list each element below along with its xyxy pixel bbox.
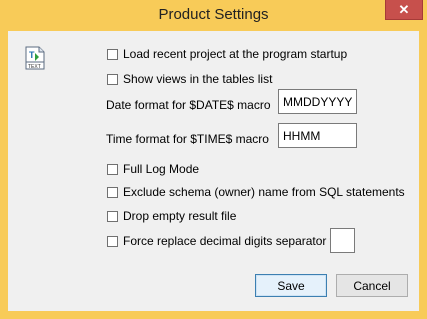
show-views-label: Show views in the tables list [123,72,273,86]
cancel-button[interactable]: Cancel [336,274,408,297]
drop-empty-result-checkbox[interactable] [107,210,118,222]
save-button[interactable]: Save [255,274,327,297]
show-views-option[interactable]: Show views in the tables list [107,72,272,86]
drop-empty-result-label: Drop empty result file [123,209,237,223]
exclude-schema-checkbox[interactable] [107,186,118,198]
load-recent-project-label: Load recent project at the program start… [123,47,348,61]
close-button[interactable]: ✕ [385,0,423,20]
full-log-mode-option[interactable]: Full Log Mode [107,162,199,176]
load-recent-project-checkbox[interactable] [107,48,118,60]
date-format-label: Date format for $DATE$ macro [106,98,271,112]
time-format-label: Time format for $TIME$ macro [106,132,269,146]
close-icon: ✕ [398,1,410,17]
product-settings-dialog: Product Settings ✕ T TEXT Load recent pr… [0,0,427,319]
time-format-input[interactable] [278,123,357,148]
title-bar[interactable]: Product Settings ✕ [0,0,427,31]
full-log-mode-label: Full Log Mode [123,162,200,176]
show-views-checkbox[interactable] [107,73,118,85]
force-replace-separator-checkbox[interactable] [107,235,118,247]
dialog-body: T TEXT Load recent project at the progra… [8,31,419,311]
force-replace-separator-label: Force replace decimal digits separator t… [123,234,340,248]
full-log-mode-checkbox[interactable] [107,163,118,175]
dialog-title: Product Settings [158,6,269,23]
exclude-schema-option[interactable]: Exclude schema (owner) name from SQL sta… [107,185,405,199]
exclude-schema-label: Exclude schema (owner) name from SQL sta… [123,185,405,199]
date-format-input[interactable] [278,89,357,114]
drop-empty-result-option[interactable]: Drop empty result file [107,209,236,223]
decimal-separator-input[interactable] [330,228,355,253]
text-icon-label: TEXT [28,64,41,70]
force-replace-separator-option[interactable]: Force replace decimal digits separator t… [107,234,340,248]
svg-text:T: T [29,50,35,60]
load-recent-project-option[interactable]: Load recent project at the program start… [107,47,347,61]
text-file-icon: T TEXT [25,46,45,70]
